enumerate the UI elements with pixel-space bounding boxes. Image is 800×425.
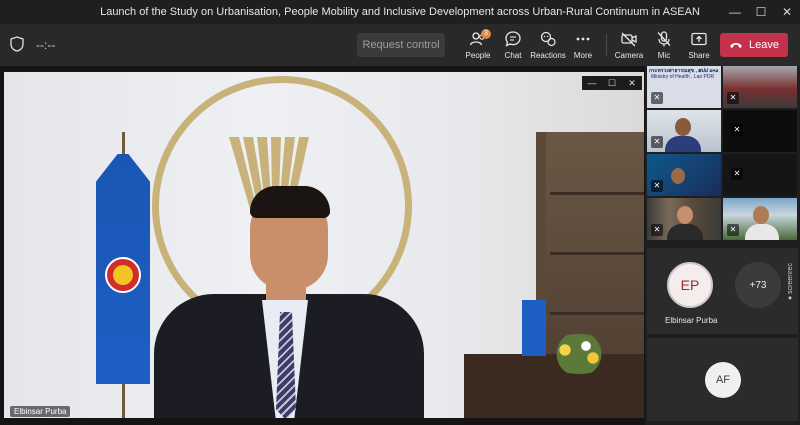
participant-tile[interactable]: ✕ [723,110,797,152]
meeting-timer: --:-- [36,38,56,52]
mic-muted-icon: ✕ [651,180,663,192]
participant-tile[interactable]: ✕ [647,154,721,196]
more-icon [576,37,590,41]
camera-button[interactable]: Camera [610,28,648,62]
reactions-label: Reactions [530,51,566,60]
video-restore-button[interactable]: ☐ [602,76,622,90]
people-button[interactable]: 3 People [459,28,497,62]
people-count-badge: 3 [481,29,491,39]
phone-hangup-icon [730,43,742,48]
meeting-toolbar: --:-- Request control 3 People Chat Reac… [0,24,800,66]
participant-tile[interactable]: กระทรวงสาธารณสุข , ສປປ ລາວ Ministry of H… [647,66,721,108]
chat-label: Chat [504,51,522,60]
share-button[interactable]: Share [680,28,718,62]
more-button[interactable]: More [564,28,602,62]
video-close-button[interactable]: ✕ [622,76,642,90]
participant-tile-ep[interactable]: EP Elbinsar Purba +73 [647,248,798,334]
mic-muted-icon: ✕ [727,92,739,104]
share-icon [691,32,707,46]
more-label: More [573,51,593,60]
tile-caption: Ministry of Health , Lao PDR [651,74,715,80]
mic-muted-icon: ✕ [731,124,743,136]
mic-label: Mic [657,51,671,60]
chat-icon [505,31,521,47]
participant-tile-af[interactable]: AF [647,338,798,421]
reactions-button[interactable]: Reactions [529,28,567,62]
maximize-button[interactable]: ☐ [748,0,774,24]
minimize-button[interactable]: — [722,0,748,24]
mic-muted-icon: ✕ [731,168,743,180]
people-label: People [465,51,491,60]
camera-off-icon [621,32,637,47]
window-title: Launch of the Study on Urbanisation, Peo… [100,6,700,18]
mic-muted-icon: ✕ [651,136,663,148]
window-controls: — ☐ ✕ [722,0,800,24]
title-bar: Launch of the Study on Urbanisation, Peo… [0,0,800,24]
avatar: AF [705,362,741,398]
recorder-watermark: ● screenrec [787,263,794,300]
participants-panel: กระทรวงสาธารณสุข , ສປປ ລາວ Ministry of H… [645,66,800,425]
speaker-video[interactable]: — ☐ ✕ Elbinsar Purba [4,72,644,418]
more-participants-button[interactable]: +73 [735,262,781,308]
leave-label: Leave [749,39,779,51]
share-label: Share [688,51,710,60]
main-stage: — ☐ ✕ Elbinsar Purba [0,66,645,425]
desk-flag [522,300,546,356]
mic-muted-icon: ✕ [651,224,663,236]
leave-button[interactable]: Leave [720,33,788,57]
mic-button[interactable]: Mic [645,28,683,62]
shield-icon[interactable] [10,36,24,52]
mic-muted-icon: ✕ [651,92,663,104]
toolbar-divider [606,34,607,56]
video-minimize-button[interactable]: — [582,76,602,90]
participant-tile[interactable]: ✕ [647,110,721,152]
participant-name: Elbinsar Purba [665,316,718,325]
participant-tile[interactable]: ✕ [723,198,797,240]
reactions-icon [540,31,556,47]
participant-tile[interactable]: ✕ [723,154,797,196]
avatar: EP [667,262,713,308]
mic-off-icon [657,31,671,47]
mic-muted-icon: ✕ [727,224,739,236]
chat-button[interactable]: Chat [494,28,532,62]
participant-tile[interactable]: ✕ [723,66,797,108]
camera-label: Camera [614,51,644,60]
video-window-controls: — ☐ ✕ [582,76,642,90]
participant-tile[interactable]: ✕ [647,198,721,240]
close-button[interactable]: ✕ [774,0,800,24]
request-control-button[interactable]: Request control [357,33,445,57]
flower-arrangement [544,334,614,374]
speaker-name-label: Elbinsar Purba [10,406,71,417]
